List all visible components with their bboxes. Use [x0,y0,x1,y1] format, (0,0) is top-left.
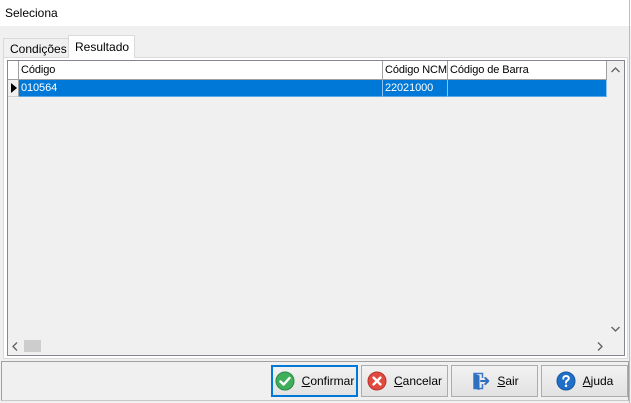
chevron-down-icon [611,326,620,332]
scroll-right-button[interactable] [590,338,607,355]
cancel-x-icon [367,371,387,391]
chevron-left-icon [12,342,18,351]
scroll-down-button[interactable] [607,321,624,338]
column-header-codigo-ncm[interactable]: Código NCM [383,61,448,80]
scroll-left-button[interactable] [8,338,25,355]
table-row[interactable]: 010564 22021000 [8,80,607,97]
title-bar[interactable] [0,0,631,26]
exit-button-label: Sair [497,374,519,388]
chevron-up-icon [611,67,620,73]
cancel-button[interactable]: Cancelar [361,365,448,397]
horizontal-scrollbar[interactable] [8,338,607,355]
table-cell-codigo-de-barra[interactable] [448,80,607,97]
cancel-button-label: Cancelar [393,374,443,388]
grid-header-indicator [8,61,19,80]
window-title: Seleciona [5,6,58,20]
tab-condicoes[interactable]: Condições [3,38,69,58]
table-cell-codigo-ncm[interactable]: 22021000 [383,80,448,97]
scrollbar-corner [607,338,624,355]
exit-button[interactable]: Sair [451,365,538,397]
column-header-codigo[interactable]: Código [19,61,383,80]
table-cell-codigo[interactable]: 010564 [19,80,383,97]
tab-resultado[interactable]: Resultado [68,35,135,58]
confirm-button-label: Confirmar [301,374,355,388]
help-button-label: Ajuda [582,374,614,388]
confirm-check-icon [275,371,295,391]
horizontal-scroll-thumb[interactable] [24,340,41,352]
row-indicator[interactable] [8,80,19,97]
help-question-icon [556,371,576,391]
row-indicator-icon [11,83,17,93]
exit-door-icon [470,371,490,391]
scroll-up-button[interactable] [607,62,624,79]
results-grid[interactable]: Código Código NCM Código de Barra 010564… [7,60,625,356]
chevron-right-icon [597,342,603,351]
grid-empty-area [8,97,607,338]
help-button[interactable]: Ajuda [541,365,628,397]
confirm-button[interactable]: Confirmar [271,365,358,397]
window-border [629,0,630,403]
vertical-scrollbar[interactable] [607,61,624,338]
column-header-codigo-de-barra[interactable]: Código de Barra [448,61,607,80]
